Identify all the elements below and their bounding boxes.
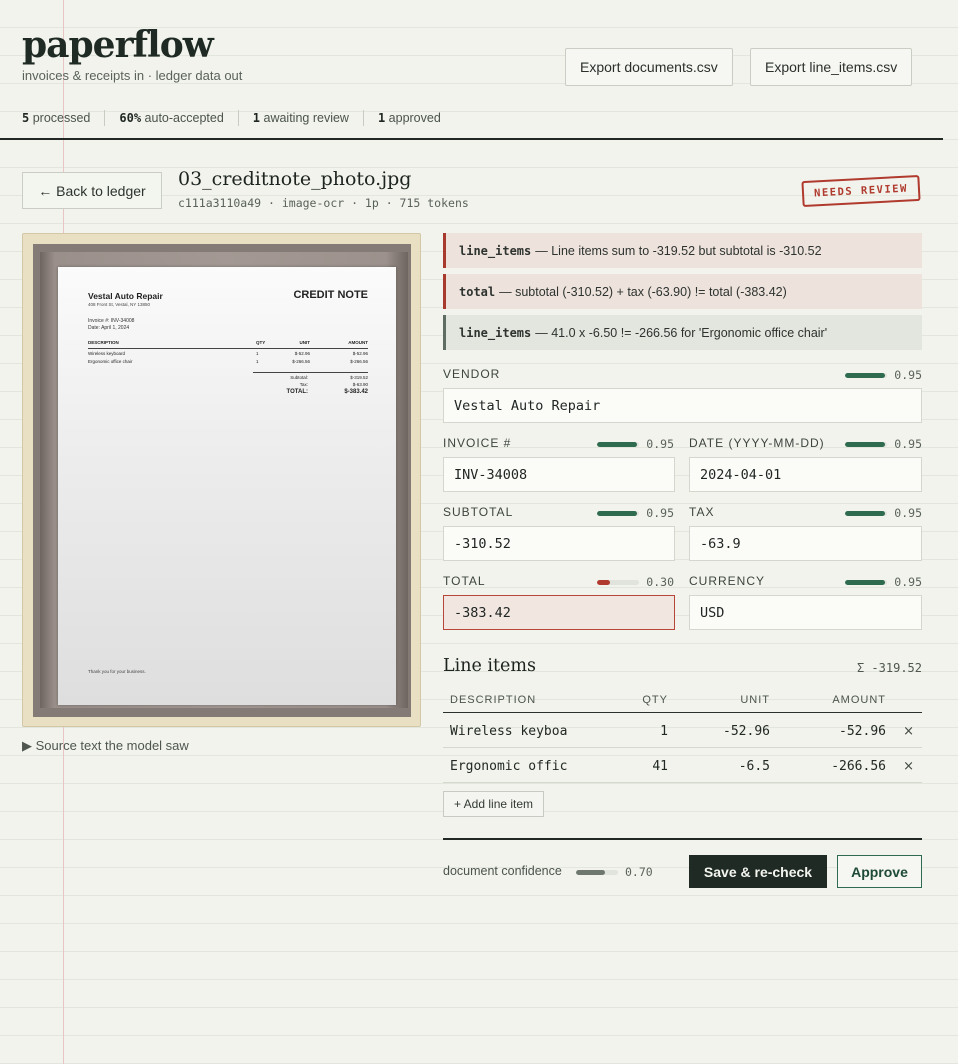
stat-auto-accepted: 60% auto-accepted xyxy=(104,110,237,126)
document-preview: Vestal Auto Repair 408 Front St, Vestal,… xyxy=(22,233,421,727)
line-item-qty[interactable]: 41 xyxy=(652,759,668,774)
invoice-number-label: INVOICE # xyxy=(443,436,512,450)
preview-thanks: Thank you for your business. xyxy=(88,669,146,674)
table-row: Wireless keyboa 1 -52.96 -52.96 × xyxy=(443,713,922,748)
line-items-title: Line items xyxy=(443,656,536,676)
total-confidence: 0.30 xyxy=(597,575,674,589)
document-confidence-label: document confidence xyxy=(443,864,562,878)
line-item-description[interactable]: Wireless keyboa xyxy=(450,724,567,739)
preview-items-table: DESCRIPTION QTY UNIT AMOUNT Wireless key… xyxy=(88,340,368,367)
preview-address: 408 Front St, Vestal, NY 13850 xyxy=(88,302,150,307)
preview-table-head: DESCRIPTION QTY UNIT AMOUNT xyxy=(88,340,368,349)
vendor-label: VENDOR xyxy=(443,367,501,381)
column-amount: AMOUNT xyxy=(832,694,886,706)
credit-note-paper: Vestal Auto Repair 408 Front St, Vestal,… xyxy=(58,267,396,705)
vendor-input[interactable] xyxy=(443,388,922,423)
column-description: DESCRIPTION xyxy=(450,694,537,706)
invoice-number-input[interactable] xyxy=(443,457,675,492)
column-qty: QTY xyxy=(642,694,668,706)
line-items-header: DESCRIPTION QTY UNIT AMOUNT xyxy=(443,690,922,713)
line-items-sum: Σ -319.52 xyxy=(856,661,922,675)
brand-tagline: invoices & receipts in · ledger data out xyxy=(22,68,243,83)
date-confidence: 0.95 xyxy=(845,437,922,451)
brand-logo: paperflow xyxy=(22,24,214,66)
add-line-item-button[interactable]: + Add line item xyxy=(443,791,545,817)
vendor-confidence: 0.95 xyxy=(845,368,922,382)
stat-approved: 1 approved xyxy=(362,110,455,126)
approve-button[interactable]: Approve xyxy=(837,855,922,888)
subtotal-confidence: 0.95 xyxy=(597,506,674,520)
currency-label: CURRENCY xyxy=(689,574,766,588)
invoice-number-confidence: 0.95 xyxy=(597,437,674,451)
subtotal-label: SUBTOTAL xyxy=(443,505,514,519)
line-item-amount[interactable]: -52.96 xyxy=(839,724,886,739)
preview-row: Ergonomic office chair 1 $-266.56 $-266.… xyxy=(88,359,368,364)
total-label: TOTAL xyxy=(443,574,486,588)
stat-processed: 5 processed xyxy=(22,111,91,125)
preview-date: Date: April 1, 2024 xyxy=(88,325,130,331)
stat-awaiting-review: 1 awaiting review xyxy=(237,110,363,126)
preview-vendor: Vestal Auto Repair xyxy=(88,291,163,301)
header-divider xyxy=(0,138,943,140)
warning-total-mismatch: total — subtotal (-310.52) + tax (-63.90)… xyxy=(443,274,922,309)
footer-divider xyxy=(443,838,922,840)
line-items-table: DESCRIPTION QTY UNIT AMOUNT Wireless key… xyxy=(443,690,922,783)
document-filename: 03_creditnote_photo.jpg xyxy=(178,168,412,190)
warning-line-items-subtotal: line_items — Line items sum to -319.52 bu… xyxy=(443,233,922,268)
document-photo: Vestal Auto Repair 408 Front St, Vestal,… xyxy=(33,244,411,717)
column-unit: UNIT xyxy=(740,694,770,706)
line-item-unit[interactable]: -6.5 xyxy=(739,759,770,774)
export-line-items-button[interactable]: Export line_items.csv xyxy=(750,48,913,86)
date-label: DATE (YYYY-MM-DD) xyxy=(689,436,825,450)
preview-row: Wireless keyboard 1 $-52.96 $-52.96 xyxy=(88,351,368,356)
subtotal-input[interactable] xyxy=(443,526,675,561)
preview-invoice-no: Invoice #: INV-34008 xyxy=(88,318,135,324)
table-row: Ergonomic offic 41 -6.5 -266.56 × xyxy=(443,748,922,783)
line-item-description[interactable]: Ergonomic offic xyxy=(450,759,567,774)
tax-input[interactable] xyxy=(689,526,922,561)
document-confidence-meter: 0.70 xyxy=(576,865,653,879)
date-input[interactable] xyxy=(689,457,922,492)
line-item-unit[interactable]: -52.96 xyxy=(723,724,770,739)
document-meta: c111a3110a49 · image-ocr · 1p · 715 toke… xyxy=(178,196,469,210)
warning-line-item-math: line_items — 41.0 x -6.50 != -266.56 for … xyxy=(443,315,922,350)
stats-bar: 5 processed 60% auto-accepted 1 awaiting… xyxy=(22,110,455,126)
currency-input[interactable] xyxy=(689,595,922,630)
line-item-amount[interactable]: -266.56 xyxy=(831,759,886,774)
back-to-ledger-button[interactable]: ← Back to ledger xyxy=(22,172,162,209)
source-text-toggle[interactable]: ▶ Source text the model saw xyxy=(22,738,189,754)
remove-line-item-icon[interactable]: × xyxy=(903,724,914,739)
line-item-qty[interactable]: 1 xyxy=(660,724,668,739)
preview-title: CREDIT NOTE xyxy=(293,289,368,301)
needs-review-stamp: NEEDS REVIEW xyxy=(801,174,921,208)
tax-confidence: 0.95 xyxy=(845,506,922,520)
total-input[interactable] xyxy=(443,595,675,630)
preview-totals: Subtotal: $-319.52 Tax: $-63.90 TOTAL: $-38… xyxy=(253,372,368,398)
save-recheck-button[interactable]: Save & re-check xyxy=(689,855,827,888)
tax-label: TAX xyxy=(689,505,715,519)
export-documents-button[interactable]: Export documents.csv xyxy=(565,48,733,86)
currency-confidence: 0.95 xyxy=(845,575,922,589)
remove-line-item-icon[interactable]: × xyxy=(903,759,914,774)
